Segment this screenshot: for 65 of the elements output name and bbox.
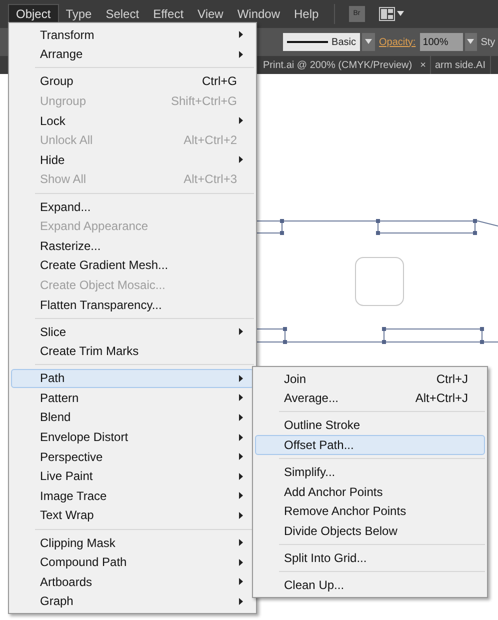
menu-bar-item[interactable]: Object: [8, 4, 59, 24]
menu-bar-item[interactable]: Help: [287, 4, 326, 24]
menu-item[interactable]: Perspective: [11, 446, 254, 466]
submenu-arrow-icon: [239, 539, 243, 546]
menu-item[interactable]: Graph: [11, 592, 254, 612]
submenu-arrow-icon: [239, 472, 243, 480]
submenu-arrow-icon: [239, 492, 243, 500]
style-label: Sty: [480, 36, 496, 50]
submenu-arrow-icon: [239, 374, 243, 382]
submenu-arrow-icon: [239, 117, 243, 124]
submenu-arrow-icon: [239, 394, 243, 402]
submenu-arrow-icon: [239, 453, 243, 460]
menu-item[interactable]: Clipping Mask: [11, 532, 254, 552]
submenu-arrow-icon: [239, 434, 243, 441]
menu-item[interactable]: Rasterize...: [11, 236, 254, 256]
submenu-arrow-icon: [239, 598, 243, 605]
submenu-arrow-icon: [239, 558, 243, 566]
menu-item[interactable]: Expand...: [11, 196, 254, 216]
menu-item[interactable]: Artboards: [11, 572, 254, 592]
menu-item[interactable]: Lock: [11, 110, 254, 130]
menu-item[interactable]: Join Ctrl+J: [255, 369, 485, 389]
menu-bar-item[interactable]: Type: [58, 4, 99, 24]
menu-item[interactable]: Text Wrap: [11, 506, 254, 526]
layout-icon: [378, 7, 395, 21]
menu-item[interactable]: Average... Alt+Ctrl+J: [255, 388, 485, 408]
caret-icon: [467, 39, 474, 45]
caret-icon: [396, 11, 404, 17]
submenu-arrow-icon: [239, 31, 243, 38]
menu-item[interactable]: Clean Up...: [255, 575, 485, 595]
submenu-arrow-icon: [239, 328, 243, 336]
menu-item[interactable]: Remove Anchor Points: [255, 502, 485, 522]
close-tab-button[interactable]: ×: [420, 58, 426, 72]
submenu-arrow-icon: [239, 578, 243, 586]
menu-item[interactable]: Pattern: [11, 388, 254, 408]
menu-item[interactable]: Create Gradient Mesh...: [11, 256, 254, 276]
menu-item[interactable]: Outline Stroke: [255, 416, 485, 436]
submenu-arrow-icon: [239, 50, 243, 58]
menu-bar-item[interactable]: View: [190, 4, 230, 24]
submenu-arrow-icon: [239, 414, 243, 421]
menu-item[interactable]: Slice: [11, 322, 254, 342]
menu-item[interactable]: Blend: [11, 408, 254, 428]
menu-item[interactable]: Image Trace: [11, 486, 254, 506]
menu-item[interactable]: Offset Path...: [255, 435, 485, 455]
submenu-arrow-icon: [239, 512, 243, 519]
menu-item[interactable]: Compound Path: [11, 552, 254, 572]
menu-item[interactable]: Path: [11, 368, 254, 388]
menu-item[interactable]: Group Ctrl+G: [11, 72, 254, 92]
menu-item[interactable]: Transform: [11, 25, 254, 45]
menu-bar-item[interactable]: Select: [98, 4, 146, 24]
caret-icon: [365, 39, 372, 45]
menu-item[interactable]: Simplify...: [255, 462, 485, 482]
stroke-line-icon: [287, 41, 328, 43]
menu-item[interactable]: Arrange: [11, 44, 254, 64]
menu-item[interactable]: Flatten Transparency...: [11, 294, 254, 314]
menu-bar-item[interactable]: Window: [230, 4, 288, 24]
menu-item[interactable]: Envelope Distort: [11, 427, 254, 447]
workspace-switcher[interactable]: [378, 7, 404, 21]
submenu-arrow-icon: [239, 156, 243, 164]
menu-item[interactable]: Hide: [11, 150, 254, 170]
menu-item[interactable]: Add Anchor Points: [255, 482, 485, 502]
menu-bar-item[interactable]: Effect: [146, 4, 191, 24]
menu-item[interactable]: Create Trim Marks: [11, 341, 254, 361]
menu-item[interactable]: Split Into Grid...: [255, 548, 485, 568]
menu-item[interactable]: Live Paint: [11, 466, 254, 486]
menu-item[interactable]: Divide Objects Below: [255, 521, 485, 541]
